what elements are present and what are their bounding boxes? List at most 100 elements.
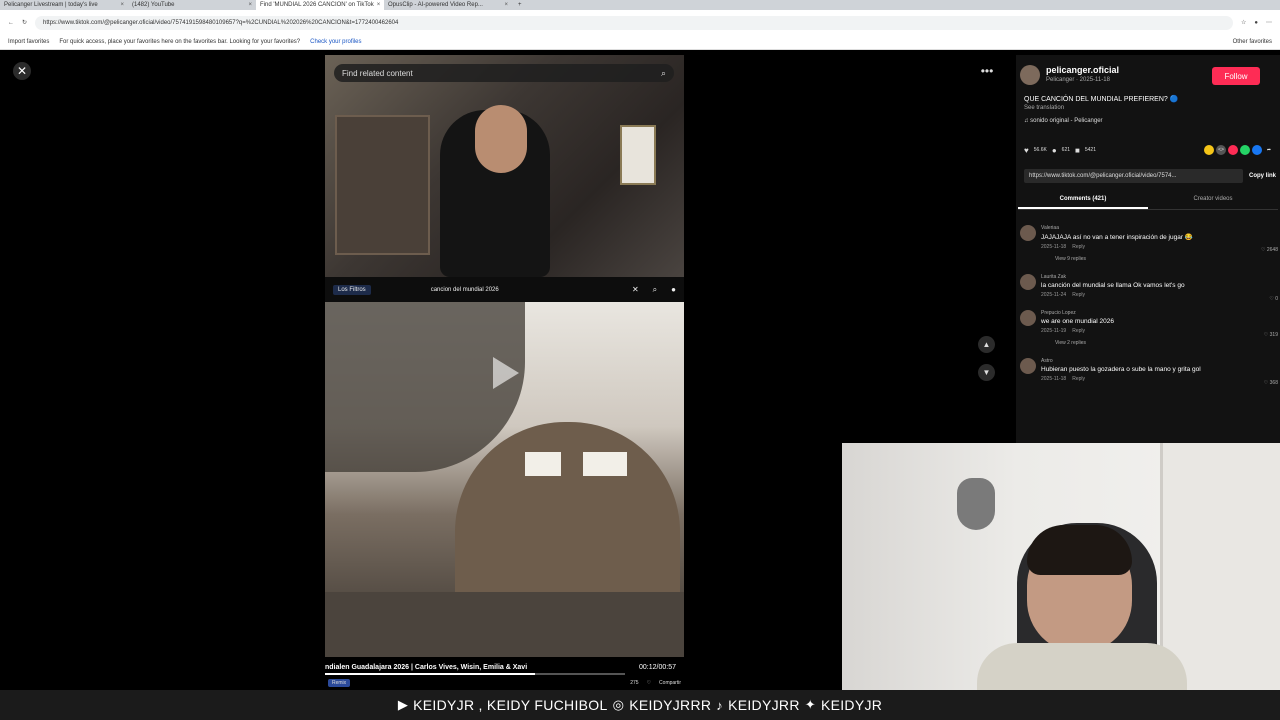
window [583,452,627,476]
close-tab-icon[interactable]: × [504,2,508,8]
inner-share-button[interactable]: Compartir [659,680,681,686]
comment-item: Astro Hubieran puesto la gozadera o sube… [1020,358,1278,386]
tiktok-icon: ♪ [716,697,724,713]
comment-text: we are one mundial 2026 [1041,318,1114,325]
avatar[interactable] [1020,65,1040,85]
comment-like[interactable]: ♡ 319 [1264,332,1278,338]
comment-tabs: Comments (421) Creator videos [1018,192,1278,210]
url-field[interactable]: https://www.tiktok.com/@pelicanger.ofici… [35,15,1233,30]
search-icon[interactable]: ⌕ [661,68,666,79]
import-favorites[interactable]: Import favorites [8,39,49,45]
share-arrow-icon[interactable]: ➦ [1264,145,1274,155]
comment-text: la canción del mundial se llama Ok vamos… [1041,282,1185,289]
see-translation-link[interactable]: See translation [1024,105,1064,111]
video-player[interactable]: Find related content ⌕ Los Filtros canci… [325,55,684,689]
comment-user[interactable]: Astro [1041,358,1278,364]
door [1160,443,1280,690]
tab-label: (1482) YouTube [132,2,175,8]
new-tab-button[interactable]: + [512,2,528,8]
comment-user[interactable]: Laurita Zak [1041,274,1278,280]
follow-button[interactable]: Follow [1212,67,1260,85]
remix-button[interactable]: Remix [328,679,351,687]
view-replies-link[interactable]: View 2 replies [1055,340,1278,346]
profile-icon[interactable]: ● [1254,20,1258,26]
browser-tabbar: Pelicanger Livestream | today's live × (1… [0,0,1280,10]
close-tab-icon[interactable]: × [120,2,124,8]
related-search-bar[interactable]: Find related content ⌕ [334,64,674,82]
reply-button[interactable]: Reply [1072,244,1085,250]
embed-icon[interactable]: <> [1216,145,1226,155]
comment-user[interactable]: Valeriaa [1041,225,1278,231]
creator-username[interactable]: pelicanger.oficial [1046,65,1119,75]
check-profiles-link[interactable]: Check your profiles [310,39,361,45]
progress-bar[interactable] [325,673,625,675]
repost-icon[interactable] [1204,145,1214,155]
clear-icon[interactable]: ✕ [632,285,639,295]
close-tab-icon[interactable]: × [377,2,381,8]
inner-like-count[interactable]: 275 [630,680,638,686]
comment-count: 621 [1061,147,1071,153]
favorites-bar: Import favorites For quick access, place… [0,35,1280,50]
dislike-icon[interactable]: ♡ [647,680,651,686]
comment-avatar[interactable] [1020,225,1036,241]
inner-query[interactable]: cancion del mundial 2026 [431,287,499,293]
comment-icon[interactable]: ● [1052,146,1057,155]
facebook-icon[interactable] [1252,145,1262,155]
reply-button[interactable]: Reply [1072,292,1085,298]
whatsapp-icon[interactable] [1240,145,1250,155]
browser-tab[interactable]: (1482) YouTube × [128,0,256,10]
instagram-icon: ◎ [612,697,625,712]
reply-button[interactable]: Reply [1072,328,1085,334]
browser-tab-active[interactable]: Find 'MUNDIAL 2026 CANCION' on TikTok × [256,0,384,10]
next-video-button[interactable]: ▼ [978,364,995,381]
other-favorites[interactable]: Other favorites [1233,39,1272,45]
video-link-field[interactable]: https://www.tiktok.com/@pelicanger.ofici… [1024,169,1243,183]
view-replies-link[interactable]: View 9 replies [1055,256,1278,262]
back-icon[interactable]: ← [8,20,14,26]
comment-avatar[interactable] [1020,274,1036,290]
comment-user[interactable]: Prepucio Lopez [1041,310,1278,316]
stats-row: ♥ 56.6K ● 621 ■ 5421 <> ➦ [1024,145,1274,155]
browser-tab[interactable]: Pelicanger Livestream | today's live × [0,0,128,10]
tab-label: Find 'MUNDIAL 2026 CANCION' on TikTok [260,2,374,8]
close-icon: ✕ [16,64,28,78]
reload-icon[interactable]: ↻ [22,19,27,26]
play-icon[interactable] [493,357,519,389]
copy-link-button[interactable]: Copy link [1249,173,1276,179]
progress-fill [325,673,535,675]
comment-avatar[interactable] [1020,310,1036,326]
twitter-handle: KEIDYJR [820,697,883,713]
favorite-star-icon[interactable]: ☆ [1241,19,1246,26]
comment-item: Prepucio Lopez we are one mundial 2026 2… [1020,310,1278,346]
tab-comments[interactable]: Comments (421) [1018,192,1148,209]
video-frame-top: Find related content ⌕ [325,55,684,277]
previous-video-button[interactable]: ▲ [978,336,995,353]
more-options-icon[interactable]: ••• [979,64,995,78]
bookmark-icon[interactable]: ■ [1075,146,1080,155]
filters-button[interactable]: Los Filtros [333,284,371,295]
browser-tab[interactable]: OpusClip - AI-powered Video Rep... × [384,0,512,10]
menu-icon[interactable]: ⋯ [1266,19,1272,26]
sound-link[interactable]: ♫ sonido original - Pelicanger [1024,118,1103,124]
sound-label: sonido original - Pelicanger [1030,118,1103,124]
send-icon[interactable] [1228,145,1238,155]
reply-button[interactable]: Reply [1072,376,1085,382]
tab-creator-videos[interactable]: Creator videos [1148,192,1278,209]
ground [325,592,684,657]
search-icon[interactable]: ⌕ [653,285,657,295]
heart-icon[interactable]: ♥ [1024,146,1029,155]
tab-label: Pelicanger Livestream | today's live [4,2,98,8]
comment-like[interactable]: ♡ 368 [1264,380,1278,386]
close-viewer-button[interactable]: ✕ [13,62,31,80]
comment-like-count: 368 [1269,380,1278,386]
video-frame-bottom [325,302,684,657]
club-crest-decoration [957,478,995,530]
comment-avatar[interactable] [1020,358,1036,374]
comment-like[interactable]: ♡ 2648 [1261,247,1278,253]
webcam-overlay [842,443,1280,690]
mic-icon[interactable]: ● [671,285,676,295]
address-bar-row: ← ↻ https://www.tiktok.com/@pelicanger.o… [0,10,1280,35]
close-tab-icon[interactable]: × [248,2,252,8]
poster [620,125,656,185]
comment-like[interactable]: ♡ 0 [1269,296,1278,302]
